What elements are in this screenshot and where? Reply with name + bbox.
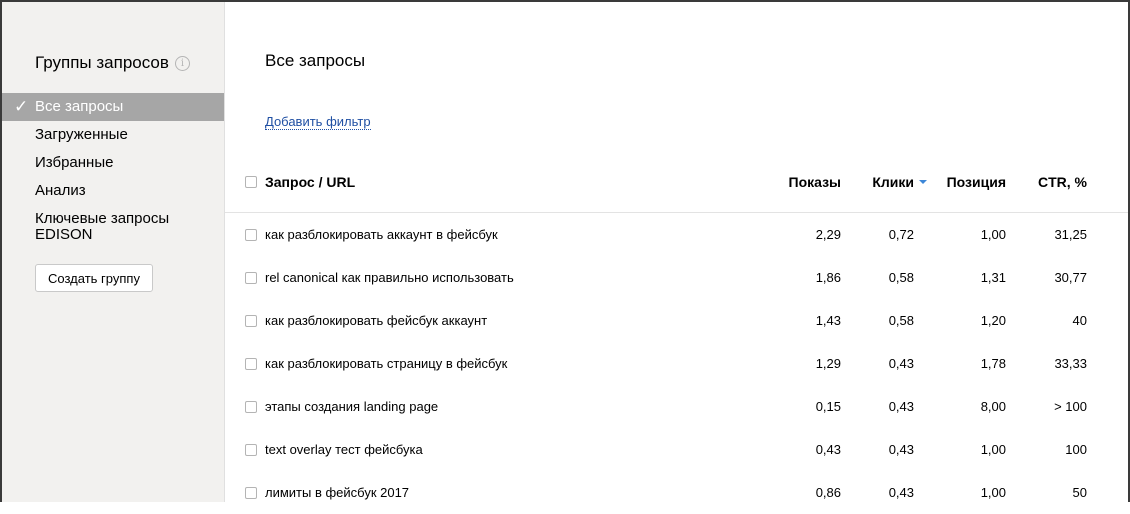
query-text[interactable]: как разблокировать фейсбук аккаунт xyxy=(265,313,487,328)
column-header-clicks[interactable]: Клики xyxy=(872,174,927,190)
table-row[interactable]: этапы создания landing page 0,15 0,43 8,… xyxy=(225,385,1128,428)
shows-value: 0,15 xyxy=(815,399,841,414)
clicks-value: 0,58 xyxy=(888,313,914,328)
query-text[interactable]: text overlay тест фейсбука xyxy=(265,442,423,457)
clicks-value: 0,43 xyxy=(888,356,914,371)
position-value: 1,00 xyxy=(980,227,1006,242)
sidebar-item-uploaded[interactable]: Загруженные xyxy=(2,121,224,149)
ctr-value: 50 xyxy=(1072,485,1087,500)
sidebar-item-analysis[interactable]: Анализ xyxy=(2,177,224,205)
sidebar-item-label: Анализ xyxy=(35,182,86,199)
shows-value: 1,86 xyxy=(815,270,841,285)
row-checkbox[interactable] xyxy=(245,229,257,241)
sidebar-title-text: Группы запросов xyxy=(35,53,169,72)
position-value: 1,00 xyxy=(980,485,1006,500)
table-row[interactable]: rel canonical как правильно использовать… xyxy=(225,256,1128,299)
position-value: 1,78 xyxy=(980,356,1006,371)
position-value: 1,20 xyxy=(980,313,1006,328)
select-all-checkbox[interactable] xyxy=(245,176,257,188)
sidebar-item-label: Избранные xyxy=(35,154,114,171)
column-header-query[interactable]: Запрос / URL xyxy=(265,174,355,190)
column-header-position[interactable]: Позиция xyxy=(947,174,1006,190)
info-icon[interactable]: i xyxy=(174,56,190,71)
ctr-value: 40 xyxy=(1072,313,1087,328)
position-value: 1,31 xyxy=(980,270,1006,285)
query-text[interactable]: лимиты в фейсбук 2017 xyxy=(265,485,409,500)
clicks-value: 0,58 xyxy=(888,270,914,285)
sidebar-nav: ✓ Все запросы Загруженные Избранные Анал… xyxy=(2,93,224,243)
clicks-value: 0,43 xyxy=(888,485,914,500)
table-row[interactable]: как разблокировать аккаунт в фейсбук 2,2… xyxy=(225,213,1128,256)
page-title: Все запросы xyxy=(265,51,366,70)
ctr-value: 33,33 xyxy=(1054,356,1087,371)
table-row[interactable]: text overlay тест фейсбука 0,43 0,43 1,0… xyxy=(225,428,1128,471)
query-text[interactable]: rel canonical как правильно использовать xyxy=(265,270,514,285)
query-text[interactable]: как разблокировать страницу в фейсбук xyxy=(265,356,507,371)
table-header: Запрос / URL Показы Клики Позиция CTR, % xyxy=(225,162,1128,213)
query-text[interactable]: как разблокировать аккаунт в фейсбук xyxy=(265,227,498,242)
ctr-value: 100 xyxy=(1065,442,1087,457)
row-checkbox[interactable] xyxy=(245,487,257,499)
add-filter-link[interactable]: Добавить фильтр xyxy=(265,114,371,130)
clicks-value: 0,43 xyxy=(888,442,914,457)
column-header-clicks-label: Клики xyxy=(872,174,914,190)
row-checkbox[interactable] xyxy=(245,401,257,413)
sidebar-item-label: Все запросы xyxy=(35,98,124,115)
clicks-value: 0,72 xyxy=(888,227,914,242)
sidebar-item-label: Загруженные xyxy=(35,126,128,143)
row-checkbox[interactable] xyxy=(245,444,257,456)
check-icon: ✓ xyxy=(14,97,29,116)
shows-value: 1,43 xyxy=(815,313,841,328)
column-header-shows[interactable]: Показы xyxy=(789,174,842,190)
sort-desc-icon xyxy=(919,180,927,184)
sidebar-title: Группы запросов i xyxy=(35,53,190,73)
shows-value: 0,43 xyxy=(815,442,841,457)
ctr-value: 30,77 xyxy=(1054,270,1087,285)
create-group-button[interactable]: Создать группу xyxy=(35,264,153,292)
table-row[interactable]: лимиты в фейсбук 2017 0,86 0,43 1,00 50 xyxy=(225,471,1128,514)
row-checkbox[interactable] xyxy=(245,315,257,327)
sidebar-item-favorites[interactable]: Избранные xyxy=(2,149,224,177)
shows-value: 1,29 xyxy=(815,356,841,371)
position-value: 1,00 xyxy=(980,442,1006,457)
ctr-value: > 100 xyxy=(1054,399,1087,414)
table-row[interactable]: как разблокировать страницу в фейсбук 1,… xyxy=(225,342,1128,385)
shows-value: 2,29 xyxy=(815,227,841,242)
sidebar-item-label: Ключевые запросы EDISON xyxy=(35,210,170,243)
ctr-value: 31,25 xyxy=(1054,227,1087,242)
position-value: 8,00 xyxy=(980,399,1006,414)
row-checkbox[interactable] xyxy=(245,358,257,370)
shows-value: 0,86 xyxy=(815,485,841,500)
sidebar-item-key-queries[interactable]: Ключевые запросы EDISON xyxy=(2,205,195,243)
row-checkbox[interactable] xyxy=(245,272,257,284)
sidebar: Группы запросов i ✓ Все запросы Загруженн… xyxy=(2,2,225,502)
query-text[interactable]: этапы создания landing page xyxy=(265,399,438,414)
table-row[interactable]: как разблокировать фейсбук аккаунт 1,43 … xyxy=(225,299,1128,342)
column-header-ctr[interactable]: CTR, % xyxy=(1038,174,1087,190)
sidebar-item-all-queries[interactable]: ✓ Все запросы xyxy=(2,93,224,121)
clicks-value: 0,43 xyxy=(888,399,914,414)
